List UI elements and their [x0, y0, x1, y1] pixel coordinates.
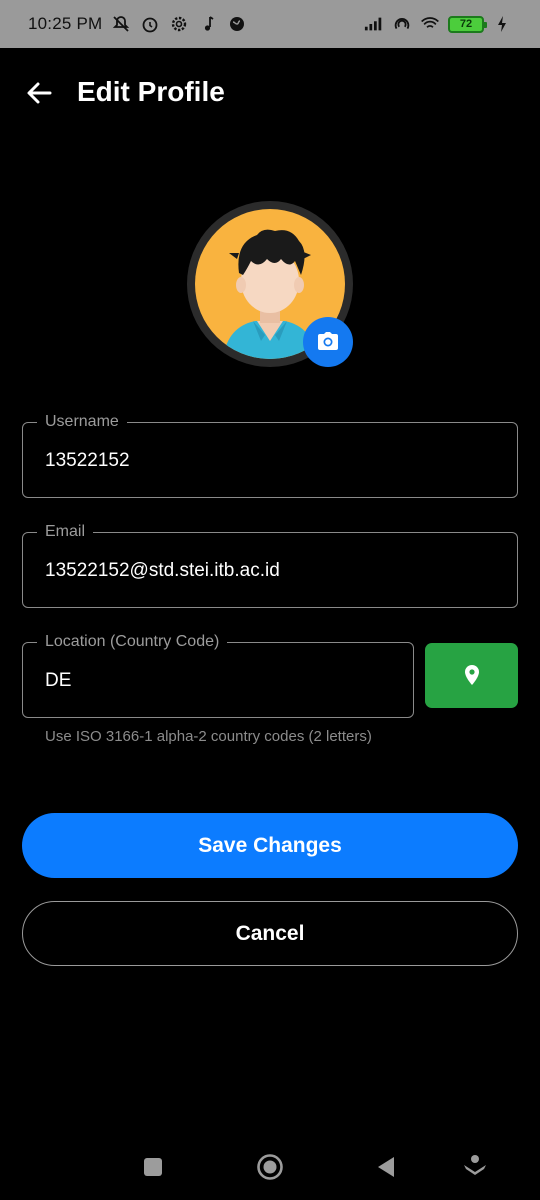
- charging-icon: [492, 14, 512, 34]
- location-field[interactable]: Location (Country Code) DE: [22, 632, 414, 718]
- home-button[interactable]: [253, 1150, 287, 1184]
- hotspot-icon: [392, 14, 412, 34]
- avatar-container: [187, 201, 353, 367]
- status-time: 10:25 PM: [28, 14, 103, 33]
- music-icon: [198, 14, 218, 34]
- battery-icon: 72: [448, 15, 487, 33]
- system-nav-bar: [0, 1136, 540, 1200]
- home-icon: [257, 1154, 283, 1180]
- detect-location-button[interactable]: [425, 643, 518, 708]
- save-changes-button[interactable]: Save Changes: [22, 813, 518, 878]
- signal-icon: [364, 14, 384, 34]
- camera-icon: [318, 332, 338, 350]
- assistant-icon: [464, 1155, 486, 1175]
- globe-icon: [227, 14, 247, 34]
- edit-profile-screen: 10:25 PM 72 Edit Profile Username 135221…: [0, 0, 540, 1200]
- arrow-left-icon: [27, 82, 52, 104]
- recents-icon: [144, 1158, 162, 1176]
- location-pin-icon: [464, 664, 479, 685]
- location-label: Location (Country Code): [37, 632, 228, 652]
- assistant-button[interactable]: [458, 1150, 492, 1184]
- username-label: Username: [37, 412, 127, 432]
- mute-icon: [111, 14, 131, 34]
- email-label: Email: [37, 522, 94, 542]
- username-input[interactable]: 13522152: [45, 450, 130, 472]
- battery-level: 72: [459, 18, 473, 30]
- location-helper-text: Use ISO 3166-1 alpha-2 country codes (2 …: [45, 728, 372, 745]
- alarm-icon: [140, 14, 160, 34]
- wifi-icon: [420, 14, 440, 34]
- back-nav-button[interactable]: [369, 1150, 403, 1184]
- back-icon: [378, 1157, 394, 1177]
- location-input[interactable]: DE: [45, 670, 71, 692]
- status-bar: 10:25 PM 72: [0, 0, 540, 48]
- back-button[interactable]: [18, 72, 60, 114]
- change-photo-button[interactable]: [303, 317, 353, 367]
- email-input[interactable]: 13522152@std.stei.itb.ac.id: [45, 560, 280, 582]
- email-field[interactable]: Email 13522152@std.stei.itb.ac.id: [22, 522, 518, 608]
- recents-button[interactable]: [136, 1150, 170, 1184]
- app-bar: Edit Profile: [0, 48, 540, 136]
- cancel-button[interactable]: Cancel: [22, 901, 518, 966]
- username-field[interactable]: Username 13522152: [22, 412, 518, 498]
- settings-icon: [169, 14, 189, 34]
- page-title: Edit Profile: [77, 76, 225, 107]
